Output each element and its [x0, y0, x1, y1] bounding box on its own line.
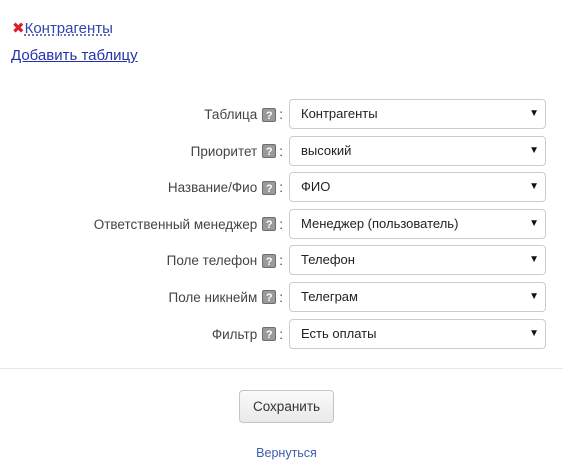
help-icon[interactable]: ?: [262, 180, 277, 195]
select-value: Телефон: [301, 252, 355, 268]
row-label-text: Название/Фио: [167, 180, 258, 196]
colon: :: [279, 107, 283, 122]
row-label-text: Фильтр: [211, 326, 258, 342]
divider: [0, 368, 563, 369]
contractors-link-label: Контрагенты: [24, 20, 113, 37]
select-value: ФИО: [301, 179, 331, 195]
form-row-table: Таблица ? : Контрагенты ▼: [0, 97, 563, 134]
filter-label: Фильтр ? :: [212, 327, 283, 342]
select-value: Менеджер (пользователь): [301, 215, 459, 231]
chevron-down-icon: ▼: [529, 327, 539, 339]
colon: :: [279, 216, 283, 232]
row-label-text: Приоритет: [190, 143, 258, 159]
form-row-filter: Фильтр ? : Есть оплаты ▼: [0, 317, 563, 354]
priority-label: Приоритет ? :: [191, 144, 283, 159]
colon: :: [279, 253, 283, 269]
contractors-link[interactable]: ✖Контрагенты: [12, 19, 113, 37]
form-row-nickname: Поле никнейм ? : Телеграм ▼: [0, 280, 563, 317]
help-icon[interactable]: ?: [262, 144, 277, 159]
priority-select[interactable]: высокий ▼: [289, 135, 546, 166]
help-icon[interactable]: ?: [262, 327, 277, 342]
save-button[interactable]: Сохранить: [239, 390, 334, 423]
settings-form: Таблица ? : Контрагенты ▼ Приоритет ? : …: [0, 97, 563, 353]
chevron-down-icon: ▼: [529, 290, 539, 302]
colon: :: [279, 180, 283, 196]
select-value: Телеграм: [301, 288, 358, 304]
name-label: Название/Фио ? :: [168, 180, 283, 195]
help-icon[interactable]: ?: [262, 253, 277, 268]
help-icon[interactable]: ?: [262, 290, 277, 305]
row-label-text: Ответственный менеджер: [93, 216, 258, 232]
row-label-text: Поле никнейм: [168, 289, 258, 305]
row-label-text: Таблица: [204, 107, 258, 122]
form-row-manager: Ответственный менеджер ? : Менеджер (пол…: [0, 207, 563, 244]
table-label: Таблица ? :: [204, 107, 283, 122]
phone-label: Поле телефон ? :: [167, 253, 283, 268]
nickname-label: Поле никнейм ? :: [168, 290, 283, 305]
chevron-down-icon: ▼: [529, 254, 539, 266]
filter-select[interactable]: Есть оплаты ▼: [289, 318, 546, 349]
table-select[interactable]: Контрагенты ▼: [289, 99, 546, 129]
select-value: Контрагенты: [301, 106, 378, 121]
nickname-select[interactable]: Телеграм ▼: [289, 281, 546, 312]
select-value: высокий: [301, 142, 352, 158]
form-row-priority: Приоритет ? : высокий ▼: [0, 134, 563, 171]
manager-label: Ответственный менеджер ? :: [94, 217, 283, 232]
chevron-down-icon: ▼: [529, 108, 539, 119]
page: ✖Контрагенты Добавить таблицу Таблица ? …: [0, 0, 563, 469]
phone-select[interactable]: Телефон ▼: [289, 245, 546, 276]
add-table-link[interactable]: Добавить таблицу: [11, 47, 138, 64]
colon: :: [279, 143, 283, 159]
back-link[interactable]: Вернуться: [0, 446, 563, 460]
row-label-text: Поле телефон: [166, 253, 258, 269]
help-icon[interactable]: ?: [262, 107, 277, 122]
close-icon[interactable]: ✖: [12, 19, 25, 37]
colon: :: [279, 326, 283, 342]
colon: :: [279, 289, 283, 305]
name-select[interactable]: ФИО ▼: [289, 172, 546, 203]
chevron-down-icon: ▼: [529, 144, 539, 156]
form-row-name: Название/Фио ? : ФИО ▼: [0, 170, 563, 207]
chevron-down-icon: ▼: [529, 181, 539, 193]
chevron-down-icon: ▼: [529, 217, 539, 229]
help-icon[interactable]: ?: [262, 217, 277, 232]
manager-select[interactable]: Менеджер (пользователь) ▼: [289, 208, 546, 239]
form-row-phone: Поле телефон ? : Телефон ▼: [0, 243, 563, 280]
select-value: Есть оплаты: [301, 325, 377, 341]
